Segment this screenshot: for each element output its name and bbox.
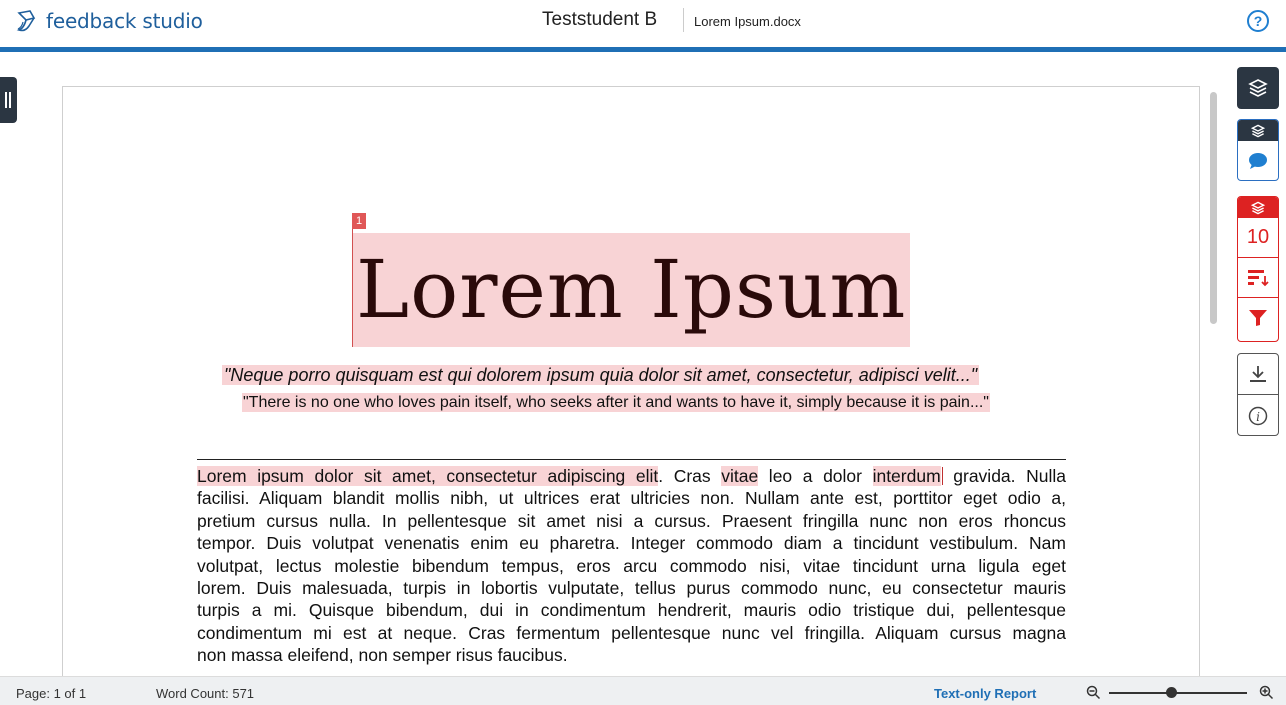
feedback-studio-logo-icon bbox=[16, 10, 36, 32]
match-overview-button[interactable] bbox=[1238, 258, 1278, 298]
grading-layer-toggle[interactable] bbox=[1238, 120, 1278, 141]
header-divider bbox=[683, 8, 684, 32]
paragraph-line: non massa eleifend, non semper risus fau… bbox=[197, 645, 568, 666]
similarity-layer-group: 10 bbox=[1237, 196, 1279, 342]
match-marker[interactable]: 1 bbox=[352, 213, 366, 229]
filter-icon bbox=[1249, 310, 1267, 326]
quote-latin[interactable]: "Neque porro quisquam est qui dolorem ip… bbox=[222, 365, 980, 385]
submission-info-button[interactable]: i bbox=[1238, 395, 1278, 435]
text-span: gravida. Nulla bbox=[942, 466, 1066, 486]
zoom-in-icon[interactable] bbox=[1259, 685, 1274, 700]
comment-icon bbox=[1249, 153, 1267, 169]
layers-button[interactable] bbox=[1237, 67, 1279, 109]
info-icon: i bbox=[1248, 406, 1268, 425]
word-count: Word Count: 571 bbox=[156, 686, 255, 701]
paragraph-line: tempor. Duis volutpat venenatis enim eu … bbox=[197, 533, 1066, 554]
layers-icon bbox=[1248, 79, 1268, 97]
similarity-count: 10 bbox=[1246, 226, 1270, 248]
status-bar: Page: 1 of 1 Word Count: 571 Text-only R… bbox=[0, 676, 1286, 705]
utility-group: i bbox=[1237, 353, 1279, 436]
paragraph-line: condimentum mi est at neque. Cras fermen… bbox=[197, 622, 1066, 643]
match-highlight[interactable]: interdum bbox=[872, 466, 941, 486]
document-title: Lorem Ipsum bbox=[356, 243, 907, 336]
grading-layer-group bbox=[1237, 119, 1279, 181]
text-span: leo a dolor bbox=[758, 466, 873, 486]
paragraph-line: volutpat, lectus molestie bibendum tempu… bbox=[197, 555, 1066, 576]
similarity-layer-toggle[interactable] bbox=[1238, 197, 1278, 218]
paragraph-line: lorem. Duis malesuada, turpis in loborti… bbox=[197, 577, 1066, 598]
text-span: . Cras bbox=[658, 466, 722, 486]
horizontal-rule bbox=[197, 459, 1066, 460]
help-icon[interactable]: ? bbox=[1247, 10, 1269, 32]
quote-english[interactable]: "There is no one who loves pain itself, … bbox=[242, 393, 990, 412]
svg-text:i: i bbox=[1256, 410, 1260, 424]
app-logo: feedback studio bbox=[16, 8, 203, 34]
sort-matches-icon bbox=[1248, 269, 1269, 286]
similarity-score-button[interactable]: 10 bbox=[1238, 218, 1278, 258]
paragraph-line: turpis a mi. Quisque bibendum, dui in co… bbox=[197, 600, 1066, 621]
match-highlight[interactable]: vitae bbox=[721, 466, 759, 486]
download-button[interactable] bbox=[1238, 354, 1278, 395]
match-highlight[interactable]: Lorem ipsum dolor sit amet, consectetur … bbox=[197, 466, 659, 486]
file-name: Lorem Ipsum.docx bbox=[694, 14, 801, 29]
document-scrollbar[interactable] bbox=[1210, 92, 1217, 324]
zoom-slider-handle[interactable] bbox=[1165, 687, 1177, 698]
paragraph-line: Lorem ipsum dolor sit amet, consectetur … bbox=[197, 465, 1066, 487]
paragraph-line: facilisi. Aliquam blandit mollis nibh, u… bbox=[197, 488, 1066, 509]
student-name: Teststudent B bbox=[542, 9, 658, 30]
layers-icon bbox=[1251, 201, 1265, 214]
layers-icon bbox=[1251, 124, 1265, 137]
drawer-handle-icon bbox=[5, 92, 11, 108]
zoom-out-icon[interactable] bbox=[1086, 685, 1101, 700]
paragraph-line: pretium cursus nulla. In pellentesque si… bbox=[197, 510, 1066, 531]
body-paragraph: Lorem ipsum dolor sit amet, consectetur … bbox=[197, 465, 1066, 667]
page-indicator: Page: 1 of 1 bbox=[16, 686, 87, 701]
app-name: feedback studio bbox=[46, 9, 203, 33]
feedback-button[interactable] bbox=[1238, 141, 1278, 180]
download-icon bbox=[1250, 366, 1266, 382]
document-page: 1 Lorem Ipsum "Neque porro quisquam est … bbox=[62, 86, 1200, 686]
zoom-slider-track[interactable] bbox=[1109, 692, 1247, 694]
side-drawer-toggle[interactable] bbox=[0, 77, 17, 123]
text-only-report-link[interactable]: Text-only Report bbox=[934, 686, 1036, 701]
filter-button[interactable] bbox=[1238, 298, 1278, 338]
top-bar: feedback studio Teststudent B Lorem Ipsu… bbox=[0, 0, 1286, 52]
